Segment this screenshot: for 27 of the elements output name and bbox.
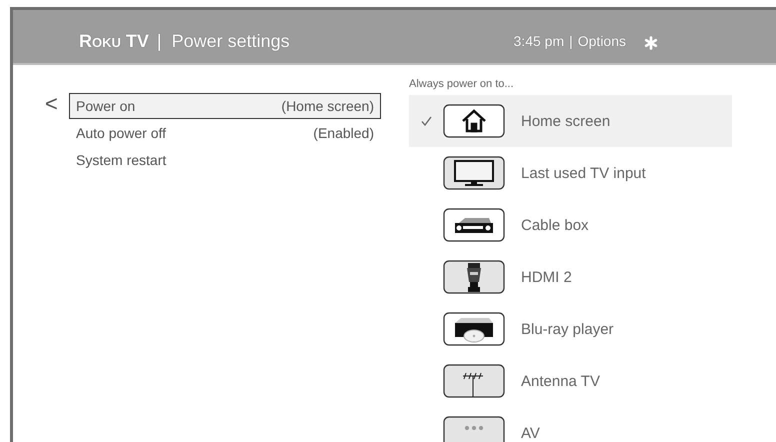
option-row[interactable]: Cable box — [409, 199, 732, 251]
monitor-icon — [443, 156, 505, 190]
option-row[interactable]: Antenna TV — [409, 355, 732, 407]
back-arrow[interactable]: < — [45, 93, 69, 115]
list-heading: Always power on to... — [409, 77, 515, 92]
antenna-icon — [443, 364, 505, 398]
menu-item[interactable]: Power on (Home screen) — [69, 93, 381, 119]
connector-icon — [443, 416, 505, 442]
menu-item[interactable]: Auto power off (Enabled) — [69, 120, 381, 146]
options-hint: Options — [578, 33, 626, 49]
options-separator: | — [569, 33, 573, 49]
option-row[interactable]: AV — [409, 407, 732, 442]
disc-player-icon — [443, 312, 505, 346]
receiver-icon — [443, 208, 505, 242]
check-icon — [420, 116, 432, 126]
house-icon — [443, 104, 505, 138]
option-row[interactable]: Last used TV input — [409, 147, 732, 199]
page-title: Power settings — [172, 30, 290, 52]
title-separator: | — [156, 30, 162, 52]
asterisk-icon — [644, 36, 658, 50]
clock-time: 3:45 pm — [514, 33, 564, 49]
plug-icon — [443, 260, 505, 294]
option-row[interactable]: Home screen — [409, 95, 732, 147]
menu-item[interactable]: System restart — [69, 147, 381, 173]
option-row[interactable]: HDMI 2 — [409, 251, 732, 303]
brand-logo: Roku TV — [79, 30, 149, 52]
option-row[interactable]: Blu-ray player — [409, 303, 732, 355]
